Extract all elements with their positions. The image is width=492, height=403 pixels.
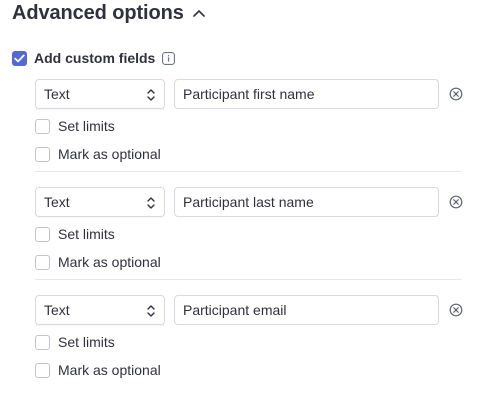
set-limits-checkbox[interactable] [35, 226, 50, 242]
field-name-value: Participant email [183, 302, 287, 318]
advanced-options-header[interactable]: Advanced options [12, 0, 206, 26]
field-name-value: Participant first name [183, 86, 315, 102]
set-limits-label: Set limits [58, 118, 115, 134]
divider [35, 279, 462, 280]
add-custom-fields-label: Add custom fields [34, 50, 156, 66]
field-type-value: Text [44, 86, 70, 102]
set-limits-checkbox[interactable] [35, 118, 50, 134]
mark-optional-checkbox[interactable] [35, 254, 50, 270]
field-type-select[interactable]: Text [35, 187, 165, 217]
set-limits-row: Set limits [35, 225, 115, 243]
field-type-select[interactable]: Text [35, 295, 165, 325]
field-type-value: Text [44, 302, 70, 318]
add-custom-fields-row: Add custom fields [12, 49, 176, 67]
set-limits-checkbox[interactable] [35, 334, 50, 350]
mark-optional-label: Mark as optional [58, 146, 161, 162]
field-row: Text Participant email [35, 295, 475, 325]
field-row: Text Participant first name [35, 79, 475, 109]
mark-optional-checkbox[interactable] [35, 362, 50, 378]
field-name-input[interactable]: Participant last name [174, 187, 439, 217]
custom-field-3: Text Participant email Set limits Mark a… [35, 295, 475, 403]
mark-optional-checkbox[interactable] [35, 146, 50, 162]
checkmark-icon [14, 54, 25, 62]
set-limits-label: Set limits [58, 226, 115, 242]
chevron-up-icon[interactable] [192, 6, 206, 20]
info-icon[interactable] [162, 51, 176, 65]
mark-optional-label: Mark as optional [58, 254, 161, 270]
field-name-input[interactable]: Participant first name [174, 79, 439, 109]
field-type-value: Text [44, 194, 70, 210]
field-name-input[interactable]: Participant email [174, 295, 439, 325]
remove-field-icon[interactable] [449, 87, 463, 101]
remove-field-icon[interactable] [449, 195, 463, 209]
mark-optional-row: Mark as optional [35, 361, 161, 379]
add-custom-fields-checkbox[interactable] [12, 50, 27, 66]
field-type-select[interactable]: Text [35, 79, 165, 109]
select-arrows-icon [146, 195, 156, 211]
select-arrows-icon [146, 87, 156, 103]
mark-optional-row: Mark as optional [35, 253, 161, 271]
set-limits-label: Set limits [58, 334, 115, 350]
set-limits-row: Set limits [35, 333, 115, 351]
mark-optional-row: Mark as optional [35, 145, 161, 163]
divider [35, 171, 462, 172]
remove-field-icon[interactable] [449, 303, 463, 317]
mark-optional-label: Mark as optional [58, 362, 161, 378]
section-title: Advanced options [12, 1, 184, 24]
field-row: Text Participant last name [35, 187, 475, 217]
select-arrows-icon [146, 303, 156, 319]
field-name-value: Participant last name [183, 194, 314, 210]
set-limits-row: Set limits [35, 117, 115, 135]
